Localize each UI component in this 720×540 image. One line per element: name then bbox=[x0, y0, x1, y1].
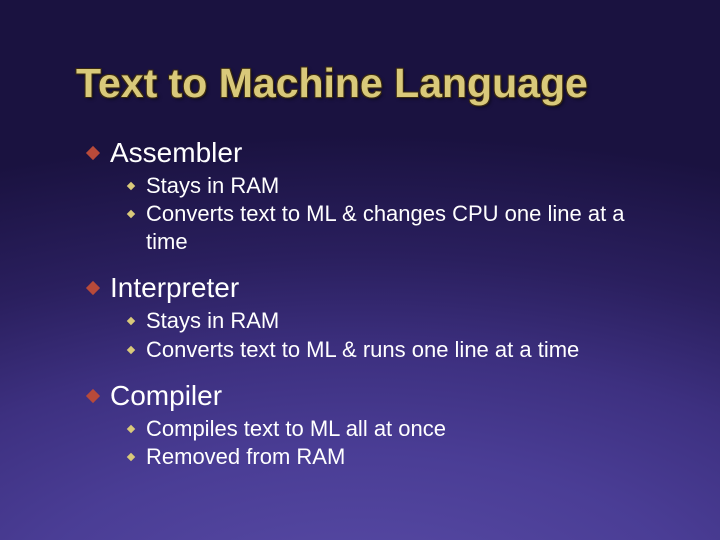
sub-list-item-label: Compiles text to ML all at once bbox=[146, 415, 446, 443]
sub-list: Compiles text to ML all at once Removed … bbox=[88, 415, 660, 471]
dot-bullet-icon bbox=[127, 210, 135, 218]
list-item: Compiler bbox=[88, 378, 660, 413]
dot-bullet-icon bbox=[127, 425, 135, 433]
dot-bullet-icon bbox=[127, 453, 135, 461]
diamond-bullet-icon bbox=[86, 389, 100, 403]
list-item: Interpreter bbox=[88, 270, 660, 305]
sub-list-item-label: Converts text to ML & runs one line at a… bbox=[146, 336, 579, 364]
list-item-label: Assembler bbox=[110, 135, 242, 170]
list-item: Assembler bbox=[88, 135, 660, 170]
sub-list-item: Converts text to ML & runs one line at a… bbox=[128, 336, 660, 364]
dot-bullet-icon bbox=[127, 182, 135, 190]
diamond-bullet-icon bbox=[86, 281, 100, 295]
list-item-label: Compiler bbox=[110, 378, 222, 413]
sub-list-item-label: Stays in RAM bbox=[146, 307, 279, 335]
diamond-bullet-icon bbox=[86, 146, 100, 160]
sub-list-item: Compiles text to ML all at once bbox=[128, 415, 660, 443]
slide-title: Text to Machine Language bbox=[0, 0, 720, 107]
slide-content: Assembler Stays in RAM Converts text to … bbox=[0, 107, 720, 471]
sub-list-item: Converts text to ML & changes CPU one li… bbox=[128, 200, 660, 256]
sub-list-item-label: Stays in RAM bbox=[146, 172, 279, 200]
sub-list-item-label: Removed from RAM bbox=[146, 443, 345, 471]
sub-list-item: Removed from RAM bbox=[128, 443, 660, 471]
list-item-label: Interpreter bbox=[110, 270, 239, 305]
sub-list-item: Stays in RAM bbox=[128, 307, 660, 335]
sub-list: Stays in RAM Converts text to ML & chang… bbox=[88, 172, 660, 256]
sub-list-item: Stays in RAM bbox=[128, 172, 660, 200]
dot-bullet-icon bbox=[127, 345, 135, 353]
sub-list: Stays in RAM Converts text to ML & runs … bbox=[88, 307, 660, 363]
slide: Text to Machine Language Assembler Stays… bbox=[0, 0, 720, 540]
sub-list-item-label: Converts text to ML & changes CPU one li… bbox=[146, 200, 660, 256]
dot-bullet-icon bbox=[127, 317, 135, 325]
